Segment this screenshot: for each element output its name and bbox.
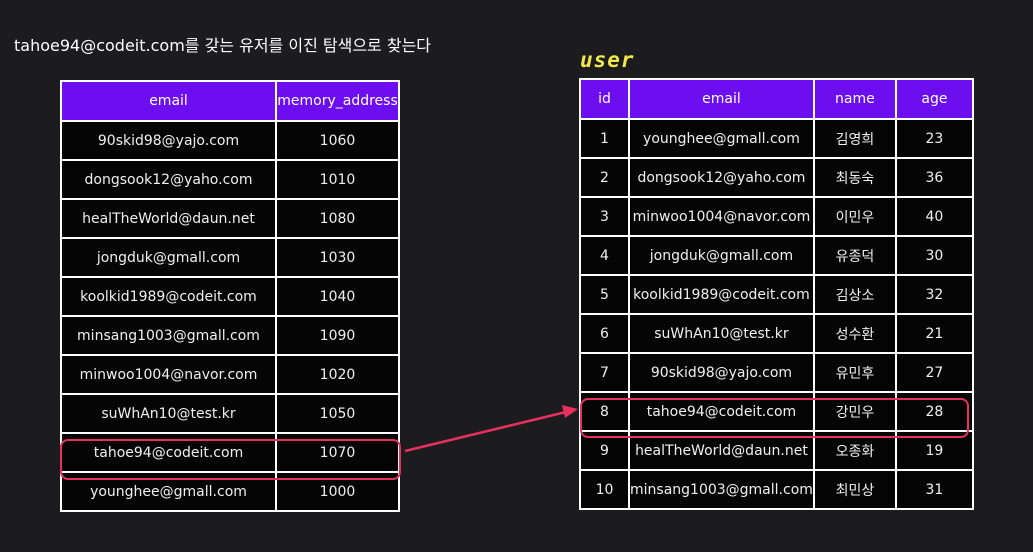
arrow-line [404, 410, 567, 453]
pointer-arrow [404, 405, 578, 453]
arrow-head [562, 405, 578, 418]
